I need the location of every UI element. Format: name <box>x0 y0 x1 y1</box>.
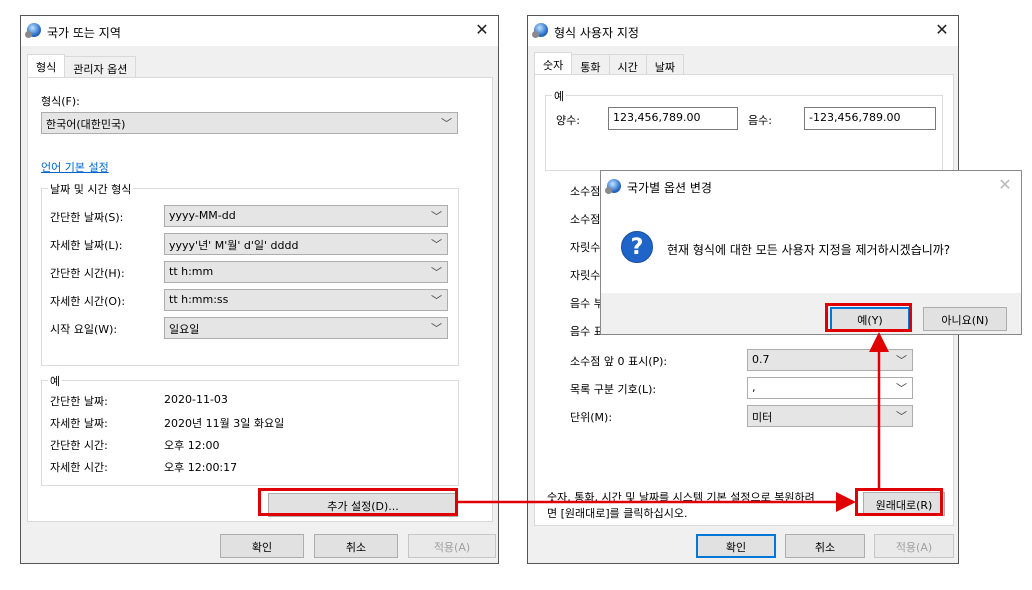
flow-arrows <box>458 332 889 512</box>
